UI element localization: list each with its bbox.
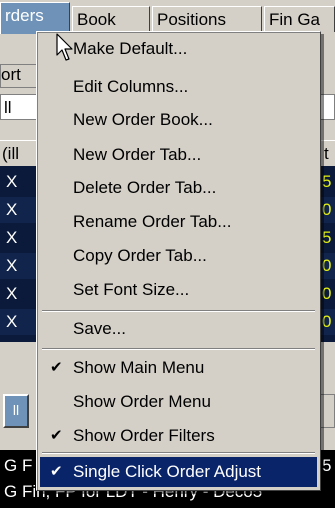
kill-cell[interactable]: X <box>6 253 17 279</box>
menu-item-copy-order-tab[interactable]: Copy Order Tab... <box>40 241 317 271</box>
menu-separator <box>42 310 315 312</box>
order-filter-value: ll <box>4 98 12 117</box>
menu-item-single-click-order-adjust[interactable]: ✔ Single Click Order Adjust <box>40 457 317 487</box>
context-menu: Make Default... Edit Columns... New Orde… <box>36 31 321 491</box>
menu-item-label: Show Main Menu <box>73 358 205 377</box>
menu-item-label: Edit Columns... <box>73 77 189 96</box>
menu-item-new-order-tab[interactable]: New Order Tab... <box>40 140 317 170</box>
mouse-pointer-icon <box>56 33 73 61</box>
status-line-1-right: 5 <box>322 456 332 475</box>
menu-item-delete-order-tab[interactable]: Delete Order Tab... <box>40 173 317 203</box>
menu-item-new-order-book[interactable]: New Order Book... <box>40 105 317 135</box>
menu-item-label: Set Font Size... <box>73 280 190 299</box>
value-cell: 5 <box>322 172 332 191</box>
tab-label: Book <box>77 10 116 29</box>
menu-item-label: Delete Order Tab... <box>73 178 217 197</box>
menu-item-label: Save... <box>73 319 126 338</box>
value-cell: 0 <box>322 200 332 219</box>
menu-item-label: New Order Book... <box>73 110 213 129</box>
value-cell: 0 <box>322 284 332 303</box>
menu-item-set-font-size[interactable]: Set Font Size... <box>40 275 317 305</box>
menu-item-label: New Order Tab... <box>73 145 202 164</box>
menu-item-show-order-filters[interactable]: ✔ Show Order Filters <box>40 421 317 451</box>
menu-separator <box>42 452 315 454</box>
menu-item-label: Copy Order Tab... <box>73 246 207 265</box>
menu-item-label: Rename Order Tab... <box>73 212 232 231</box>
kill-cell[interactable]: X <box>6 197 17 223</box>
status-line-1: G F <box>4 456 33 475</box>
menu-item-save[interactable]: Save... <box>40 314 317 344</box>
tab-book[interactable]: Book <box>72 6 150 32</box>
column-header-right[interactable]: t <box>324 144 329 164</box>
menu-item-label: Make Default... <box>73 39 188 58</box>
tab-bar: rders Book Positions Fin Ga <box>0 0 335 35</box>
menu-separator <box>42 348 315 350</box>
menu-item-make-default[interactable]: Make Default... <box>40 34 317 64</box>
menu-item-label: Show Order Menu <box>73 392 211 411</box>
checkmark-icon: ✔ <box>50 359 63 376</box>
tab-label: Positions <box>157 10 226 29</box>
all-button-label: ll <box>12 402 20 418</box>
kill-cell[interactable]: X <box>6 281 17 307</box>
value-cell: 0 <box>322 256 332 275</box>
order-book-selector[interactable]: ort <box>0 64 38 88</box>
tab-orders[interactable]: rders <box>0 2 70 34</box>
menu-item-edit-columns[interactable]: Edit Columns... <box>40 72 317 102</box>
menu-item-show-main-menu[interactable]: ✔ Show Main Menu <box>40 353 317 383</box>
menu-item-show-order-menu[interactable]: Show Order Menu <box>40 387 317 417</box>
value-cell: 0 <box>322 312 332 331</box>
menu-item-rename-order-tab[interactable]: Rename Order Tab... <box>40 207 317 237</box>
tab-label: rders <box>5 6 44 25</box>
menu-item-label: Single Click Order Adjust <box>73 462 262 481</box>
kill-cell[interactable]: X <box>6 169 17 195</box>
value-cell: 5 <box>322 228 332 247</box>
all-button[interactable]: ll <box>3 394 29 428</box>
order-book-selector-label: ort <box>1 65 21 84</box>
tab-label: Fin Ga <box>269 10 321 29</box>
tab-fin-ga[interactable]: Fin Ga <box>264 6 335 32</box>
menu-item-label: Show Order Filters <box>73 426 215 445</box>
checkmark-icon: ✔ <box>50 463 63 480</box>
checkmark-icon: ✔ <box>50 427 63 444</box>
column-header-kill[interactable]: (ill <box>2 144 19 164</box>
order-filter-input[interactable]: ll <box>0 94 40 120</box>
kill-cell[interactable]: X <box>6 225 17 251</box>
kill-cell[interactable]: X <box>6 309 17 335</box>
tab-positions[interactable]: Positions <box>152 6 262 32</box>
